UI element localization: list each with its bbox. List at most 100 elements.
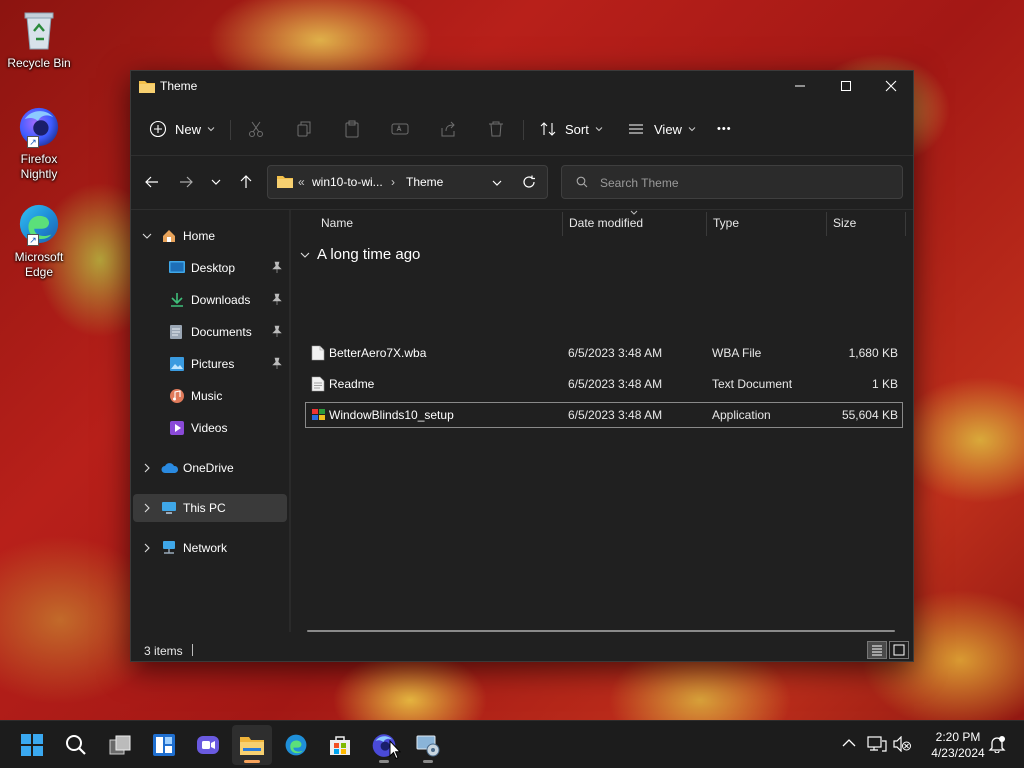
video-icon bbox=[170, 421, 184, 435]
search-box[interactable] bbox=[561, 165, 903, 199]
edge-taskbar-button[interactable] bbox=[276, 725, 316, 765]
breadcrumb-item[interactable]: win10-to-wi... bbox=[312, 175, 383, 189]
refresh-button[interactable] bbox=[522, 175, 536, 192]
chevron-down-icon bbox=[595, 127, 603, 132]
widgets-icon bbox=[153, 734, 175, 756]
file-row[interactable]: WindowBlinds10_setup 6/5/2023 3:48 AM Ap… bbox=[305, 402, 903, 428]
file-explorer-taskbar-button[interactable] bbox=[232, 725, 272, 765]
show-hidden-icons-button[interactable] bbox=[842, 737, 856, 751]
group-header[interactable]: A long time ago bbox=[299, 246, 420, 263]
column-divider[interactable] bbox=[562, 212, 563, 236]
address-bar[interactable]: « win10-to-wi... › Theme bbox=[267, 165, 548, 199]
volume-muted-icon bbox=[893, 735, 911, 753]
copy-button[interactable] bbox=[295, 113, 313, 145]
pin-icon[interactable] bbox=[271, 357, 283, 369]
close-icon bbox=[885, 80, 897, 92]
nav-item-this-pc[interactable]: This PC bbox=[133, 494, 287, 522]
pin-icon[interactable] bbox=[271, 325, 283, 337]
share-icon bbox=[441, 121, 455, 137]
pin-icon[interactable] bbox=[271, 261, 283, 273]
nav-item-network[interactable]: Network bbox=[133, 534, 287, 562]
desktop-icon-firefox-nightly[interactable]: ↗ Firefox Nightly bbox=[4, 104, 74, 182]
column-divider[interactable] bbox=[706, 212, 707, 236]
address-dropdown-button[interactable] bbox=[491, 177, 503, 192]
network-status-icon bbox=[867, 736, 887, 752]
share-button[interactable] bbox=[439, 113, 457, 145]
store-taskbar-button[interactable] bbox=[320, 725, 360, 765]
paste-button[interactable] bbox=[343, 113, 361, 145]
sort-button[interactable]: Sort bbox=[539, 113, 604, 145]
desktop-icon-microsoft-edge[interactable]: ↗ Microsoft Edge bbox=[4, 202, 74, 280]
chevron-right-icon[interactable] bbox=[141, 462, 153, 474]
cut-button[interactable] bbox=[247, 113, 265, 145]
forward-button[interactable] bbox=[171, 169, 201, 195]
nav-item-label: Downloads bbox=[191, 293, 251, 307]
chat-button[interactable] bbox=[188, 725, 228, 765]
volume-muted-button[interactable] bbox=[893, 735, 911, 755]
back-button[interactable] bbox=[137, 169, 167, 195]
start-button[interactable] bbox=[12, 725, 52, 765]
more-icon: ••• bbox=[717, 123, 732, 135]
task-view-button[interactable] bbox=[100, 725, 140, 765]
nav-item-desktop[interactable]: Desktop bbox=[133, 254, 287, 282]
more-options-button[interactable]: ••• bbox=[717, 113, 732, 145]
delete-button[interactable] bbox=[487, 113, 505, 145]
column-header-size[interactable]: Size bbox=[833, 216, 856, 230]
chevron-down-icon[interactable] bbox=[141, 230, 153, 242]
window-title: Theme bbox=[160, 79, 198, 93]
chevron-down-icon bbox=[300, 252, 310, 258]
maximize-button[interactable] bbox=[823, 71, 869, 101]
file-row[interactable]: Readme 6/5/2023 3:48 AM Text Document 1 … bbox=[305, 371, 903, 397]
clock[interactable]: 2:20 PM 4/23/2024 bbox=[918, 729, 998, 761]
nav-item-downloads[interactable]: Downloads bbox=[133, 286, 287, 314]
search-icon bbox=[66, 735, 86, 755]
column-header-date[interactable]: Date modified bbox=[569, 216, 643, 230]
details-view-button[interactable] bbox=[867, 641, 887, 659]
desktop-icon-label: Firefox Nightly bbox=[20, 152, 58, 181]
breadcrumb-item-current[interactable]: Theme bbox=[406, 175, 443, 189]
minimize-button[interactable] bbox=[777, 71, 823, 101]
horizontal-scrollbar[interactable] bbox=[307, 630, 895, 632]
view-button[interactable]: View bbox=[627, 113, 697, 145]
cloud-icon bbox=[161, 463, 179, 473]
pin-icon[interactable] bbox=[271, 293, 283, 305]
nav-item-music[interactable]: Music bbox=[133, 382, 287, 410]
title-bar[interactable]: Theme bbox=[131, 71, 913, 103]
new-button[interactable]: New bbox=[149, 113, 216, 145]
nav-item-documents[interactable]: Documents bbox=[133, 318, 287, 346]
application-icon bbox=[312, 409, 325, 420]
nav-item-home[interactable]: Home bbox=[133, 222, 287, 250]
widgets-button[interactable] bbox=[144, 725, 184, 765]
notification-bell-icon bbox=[988, 736, 1006, 754]
search-button[interactable] bbox=[56, 725, 96, 765]
file-type: WBA File bbox=[712, 346, 762, 360]
chevron-right-icon[interactable] bbox=[141, 502, 153, 514]
refresh-icon bbox=[523, 175, 535, 188]
breadcrumb-overflow[interactable]: « bbox=[298, 175, 305, 189]
nav-item-videos[interactable]: Videos bbox=[133, 414, 287, 442]
large-icons-view-button[interactable] bbox=[889, 641, 909, 659]
up-button[interactable] bbox=[231, 169, 261, 195]
shortcut-arrow-icon: ↗ bbox=[27, 234, 39, 246]
desktop-icon-recycle-bin[interactable]: Recycle Bin bbox=[4, 8, 74, 71]
column-divider[interactable] bbox=[826, 212, 827, 236]
text-file-icon bbox=[311, 376, 325, 392]
store-icon bbox=[330, 736, 350, 755]
control-panel-taskbar-button[interactable] bbox=[408, 725, 448, 765]
file-row[interactable]: BetterAero7X.wba 6/5/2023 3:48 AM WBA Fi… bbox=[305, 340, 903, 366]
chevron-right-icon[interactable] bbox=[141, 542, 153, 554]
column-divider[interactable] bbox=[905, 212, 906, 236]
search-input[interactable] bbox=[600, 173, 890, 193]
chevron-down-icon bbox=[688, 127, 696, 132]
mouse-cursor-icon bbox=[389, 740, 401, 760]
close-button[interactable] bbox=[868, 71, 914, 101]
nav-item-onedrive[interactable]: OneDrive bbox=[133, 454, 287, 482]
task-view-icon bbox=[109, 735, 131, 755]
recent-locations-button[interactable] bbox=[201, 169, 231, 195]
network-status-button[interactable] bbox=[867, 735, 887, 756]
column-header-name[interactable]: Name bbox=[321, 216, 353, 230]
nav-item-pictures[interactable]: Pictures bbox=[133, 350, 287, 378]
rename-button[interactable] bbox=[391, 113, 409, 145]
notifications-button[interactable] bbox=[988, 735, 1006, 756]
column-header-type[interactable]: Type bbox=[713, 216, 739, 230]
